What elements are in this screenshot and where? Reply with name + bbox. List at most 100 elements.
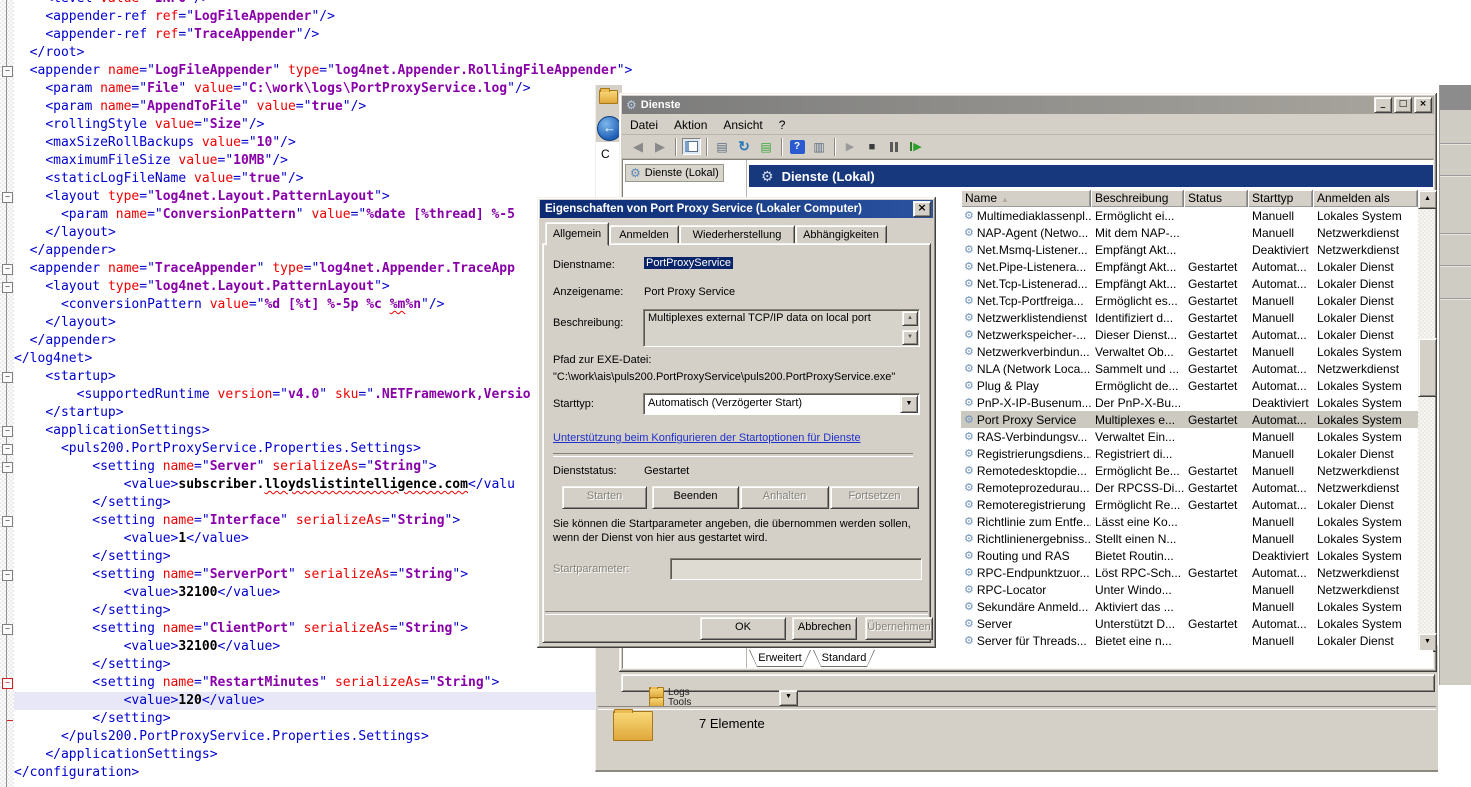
column-header-status[interactable]: Status	[1184, 190, 1248, 207]
code-line[interactable]: <setting name="RestartMinutes" serialize…	[14, 674, 596, 692]
dienstname-value[interactable]: PortProxyService	[644, 257, 733, 269]
code-line[interactable]: <value>1</value>	[14, 530, 596, 548]
service-row[interactable]: ⚙RPC-LocatorUnter Windo...ManuellNetzwer…	[961, 581, 1418, 598]
code-line[interactable]: <puls200.PortProxyService.Properties.Set…	[14, 440, 596, 458]
übernehmen-button[interactable]: Übernehmen	[865, 617, 933, 640]
code-line[interactable]: <applicationSettings>	[14, 422, 596, 440]
service-row[interactable]: ⚙PnP-X-IP-Busenum...Der PnP-X-Bu...Deakt…	[961, 394, 1418, 411]
code-line[interactable]: <value>32100</value>	[14, 584, 596, 602]
code-line[interactable]: </log4net>	[14, 350, 596, 368]
code-line[interactable]: <value>subscriber.lloydslistintelligence…	[14, 476, 596, 494]
help-icon[interactable]: ?	[787, 137, 807, 157]
service-row[interactable]: ⚙Routing und RASBietet Routin...Deaktivi…	[961, 547, 1418, 564]
service-row[interactable]: ⚙Richtlinienergebniss...Stellt einen N..…	[961, 530, 1418, 547]
fold-marker-icon[interactable]: −	[2, 444, 13, 455]
service-row[interactable]: ⚙RPC-Endpunktzuor...Löst RPC-Sch...Gesta…	[961, 564, 1418, 581]
code-line[interactable]: <rollingStyle value="Size"/>	[14, 116, 596, 134]
code-line[interactable]: </appender>	[14, 332, 596, 350]
service-row[interactable]: ⚙RAS-Verbindungsv...Verwaltet Ein...Manu…	[961, 428, 1418, 445]
fold-marker-icon[interactable]: −	[2, 192, 13, 203]
code-line[interactable]: <level value="INFO"/>	[14, 0, 596, 8]
code-line[interactable]: </setting>	[14, 548, 596, 566]
maximize-button[interactable]: □	[1394, 97, 1412, 113]
code-line[interactable]: <param name="AppendToFile" value="true"/…	[14, 98, 596, 116]
code-line[interactable]: <maximumFileSize value="10MB"/>	[14, 152, 596, 170]
code-line[interactable]: <setting name="Interface" serializeAs="S…	[14, 512, 596, 530]
dialog-tab-abhängigkeiten[interactable]: Abhängigkeiten	[795, 225, 887, 245]
code-line[interactable]: <appender-ref ref="TraceAppender"/>	[14, 26, 596, 44]
code-line[interactable]: <conversionPattern value="%d [%t] %-5p %…	[14, 296, 596, 314]
scroll-down-icon[interactable]: ▼	[902, 330, 918, 345]
dialog-tab-anmelden[interactable]: Anmelden	[609, 225, 679, 245]
code-line[interactable]: <appender name="LogFileAppender" type="l…	[14, 62, 596, 80]
restart-service-icon[interactable]: ▶	[906, 137, 926, 157]
column-header-starttyp[interactable]: Starttyp	[1248, 190, 1313, 207]
code-line[interactable]: </setting>	[14, 710, 596, 728]
service-row[interactable]: ⚙Server für Threads...Bietet eine n...Ma…	[961, 632, 1418, 649]
service-row[interactable]: ⚙Remotedesktopdie...Ermöglicht Be...Gest…	[961, 462, 1418, 479]
anhalten-button[interactable]: Anhalten	[740, 486, 829, 509]
column-header-beschreibung[interactable]: Beschreibung	[1091, 190, 1184, 207]
export-list-icon[interactable]: ▤	[756, 137, 776, 157]
code-line[interactable]: <param name="File" value="C:\work\logs\P…	[14, 80, 596, 98]
code-line[interactable]: <param name="ConversionPattern" value="%…	[14, 206, 596, 224]
code-line[interactable]: <layout type="log4net.Layout.PatternLayo…	[14, 188, 596, 206]
code-line[interactable]: <startup>	[14, 368, 596, 386]
code-line[interactable]: <setting name="ClientPort" serializeAs="…	[14, 620, 596, 638]
beschreibung-field[interactable]: Multiplexes external TCP/IP data on loca…	[643, 309, 920, 347]
code-line[interactable]: <appender-ref ref="LogFileAppender"/>	[14, 8, 596, 26]
back-icon[interactable]: ◀	[628, 137, 648, 157]
service-row[interactable]: ⚙Registrierungsdiens...Registriert di...…	[961, 445, 1418, 462]
dialog-tab-allgemein[interactable]: Allgemein	[545, 222, 609, 246]
menu-item-ansicht[interactable]: Ansicht	[715, 117, 770, 133]
service-row[interactable]: ⚙Richtlinie zum Entfe...Lässt eine Ko...…	[961, 513, 1418, 530]
tree-item-dienste-lokal[interactable]: ⚙ Dienste (Lokal)	[625, 164, 724, 182]
service-row[interactable]: ⚙Port Proxy ServiceMultiplexes e...Gesta…	[961, 411, 1418, 428]
code-line[interactable]: </setting>	[14, 494, 596, 512]
code-line[interactable]: </applicationSettings>	[14, 746, 596, 764]
scroll-up-button[interactable]: ▲	[1418, 190, 1437, 209]
menu-item-help[interactable]: ?	[771, 117, 794, 133]
code-line[interactable]: <maxSizeRollBackups value="10"/>	[14, 134, 596, 152]
service-row[interactable]: ⚙Plug & PlayErmöglicht de...GestartetAut…	[961, 377, 1418, 394]
service-row[interactable]: ⚙Net.Pipe-Listenera...Empfängt Akt...Ges…	[961, 258, 1418, 275]
code-line[interactable]: </appender>	[14, 242, 596, 260]
close-button[interactable]: ×	[1414, 97, 1432, 113]
code-line[interactable]: <value>32100</value>	[14, 638, 596, 656]
service-row[interactable]: ⚙NAP-Agent (Netwo...Mit dem NAP-...Manue…	[961, 224, 1418, 241]
code-line[interactable]: </layout>	[14, 224, 596, 242]
fold-marker-icon[interactable]: −	[2, 66, 13, 77]
fortsetzen-button[interactable]: Fortsetzen	[830, 486, 919, 509]
code-line[interactable]: </configuration>	[14, 764, 596, 782]
extended-view-icon[interactable]: ▥	[809, 137, 829, 157]
service-row[interactable]: ⚙NetzwerklistendienstIdentifiziert d...G…	[961, 309, 1418, 326]
code-line[interactable]: </setting>	[14, 602, 596, 620]
services-titlebar[interactable]: ⚙ Dienste _□×	[622, 96, 1434, 114]
services-scrollbar[interactable]: ▲ ▼	[1418, 190, 1435, 650]
dialog-titlebar[interactable]: Eigenschaften von Port Proxy Service (Lo…	[540, 200, 933, 218]
close-icon[interactable]: ×	[913, 201, 931, 217]
column-header-anmelden-als[interactable]: Anmelden als	[1313, 190, 1418, 207]
service-row[interactable]: ⚙ServerUnterstützt D...GestartetAutomat.…	[961, 615, 1418, 632]
tab-standard[interactable]: Standard	[813, 650, 875, 667]
active-fold-marker-icon[interactable]: −	[2, 678, 13, 689]
startoptions-help-link[interactable]: Unterstützung beim Konfigurieren der Sta…	[553, 432, 861, 444]
service-row[interactable]: ⚙Sekundäre Anmeld...Aktiviert das ...Man…	[961, 598, 1418, 615]
code-line[interactable]: </setting>	[14, 656, 596, 674]
service-row[interactable]: ⚙Netzwerkspeicher-...Dieser Dienst...Ges…	[961, 326, 1418, 343]
code-line[interactable]: <value>120</value>	[14, 692, 596, 710]
code-line[interactable]: </startup>	[14, 404, 596, 422]
forward-icon[interactable]: ▶	[650, 137, 670, 157]
properties-icon[interactable]: ▤	[712, 137, 732, 157]
ok-button[interactable]: OK	[700, 617, 786, 640]
menu-item-datei[interactable]: Datei	[622, 117, 666, 133]
fold-marker-icon[interactable]: −	[2, 264, 13, 275]
column-header-name[interactable]: Name▲	[961, 190, 1091, 207]
scrollbar-thumb[interactable]	[1418, 338, 1437, 397]
start-service-icon[interactable]: ▶	[840, 137, 860, 157]
service-row[interactable]: ⚙Netzwerkverbindun...Verwaltet Ob...Gest…	[961, 343, 1418, 360]
service-row[interactable]: ⚙Remoteprozedurau...Der RPCSS-Di...Gesta…	[961, 479, 1418, 496]
code-line[interactable]: <layout type="log4net.Layout.PatternLayo…	[14, 278, 596, 296]
dialog-tab-wiederherstellung[interactable]: Wiederherstellung	[679, 225, 795, 245]
dropdown-button[interactable]: ▼	[779, 690, 798, 706]
